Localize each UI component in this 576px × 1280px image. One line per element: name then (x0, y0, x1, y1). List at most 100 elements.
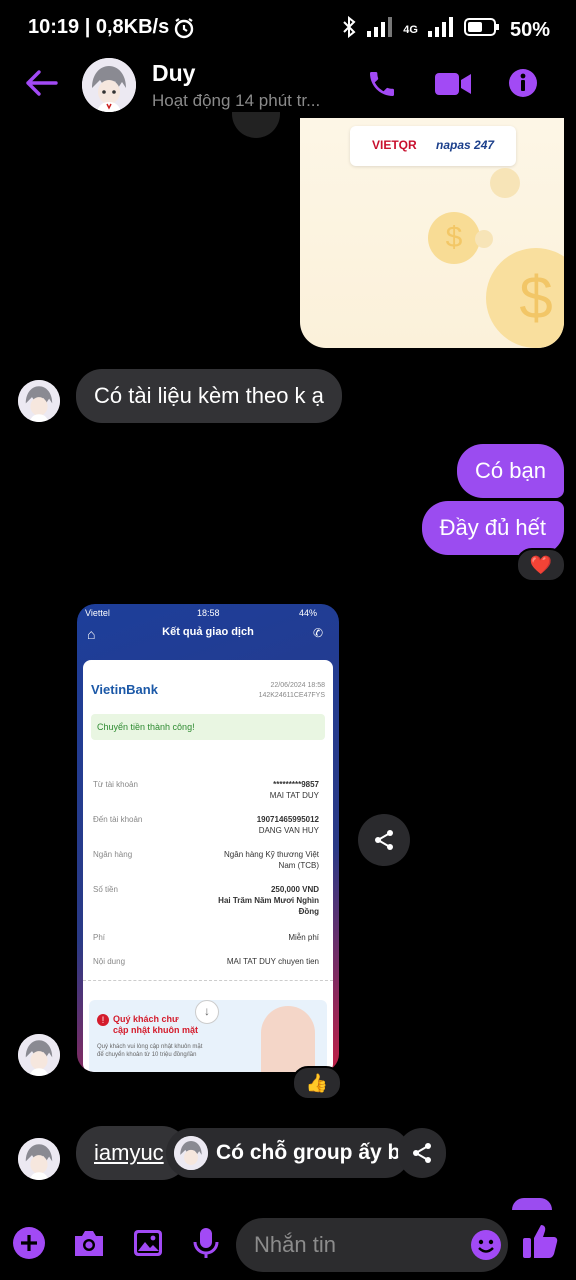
receipt-statusbar: Viettel 18:58 44% (77, 604, 339, 622)
receipt-image[interactable]: Viettel 18:58 44% ⌂ Kết quả giao dịch ✆ … (77, 604, 339, 1072)
receipt-ref: 142K24611CE47FYS (258, 692, 325, 699)
outgoing-message-edge (512, 1198, 552, 1210)
row-value: Miễn phí (288, 933, 319, 942)
sender-avatar[interactable] (18, 1034, 60, 1076)
receipt-time: 18:58 (197, 608, 220, 618)
plus-icon (13, 1227, 45, 1259)
arrow-down-icon: ↓ (195, 1000, 219, 1024)
camera-button[interactable] (72, 1228, 106, 1263)
status-icons: 4G 50% (341, 15, 550, 44)
receipt-row: Ngân hàng Ngân hàng Kỹ thương Việt Nam (… (89, 848, 323, 883)
signal-icon-2 (427, 17, 454, 43)
thumbs-up-reaction[interactable]: 👍 (292, 1066, 342, 1100)
row-value: 19071465995012 (256, 815, 319, 824)
warning-icon: ! (97, 1014, 109, 1026)
contact-activity: Hoạt động 14 phút tr... (152, 91, 321, 110)
share-icon (413, 1143, 431, 1163)
bank-logo: VietinBank (91, 682, 158, 697)
support-icon: ✆ (313, 626, 324, 640)
contact-avatar[interactable] (82, 58, 136, 112)
reply-preview[interactable]: Có chỗ group ấy b (166, 1128, 410, 1178)
sender-avatar[interactable] (18, 1138, 60, 1180)
info-button[interactable] (508, 68, 538, 103)
back-button[interactable] (24, 68, 58, 103)
mic-button[interactable] (192, 1226, 220, 1265)
receipt-status: Chuyển tiền thành công! (91, 714, 325, 740)
emoji-button[interactable] (470, 1229, 502, 1266)
gallery-button[interactable] (132, 1228, 164, 1263)
receipt-title: Kết quả giao dịch (162, 626, 254, 638)
row-sub: Hai Trăm Năm Mươi Nghìn (218, 896, 319, 905)
qr-image[interactable]: VIETQR napas 247 $ $ (300, 118, 564, 348)
promo-text: Quý khách vui lòng cập nhật khuôn mặt (97, 1044, 203, 1050)
message-placeholder: Nhắn tin (254, 1232, 336, 1257)
row-value: MAI TAT DUY chuyen tien (226, 957, 319, 966)
receipt-date: 22/06/2024 18:58 (270, 682, 326, 689)
row-value: *********9857 (273, 780, 319, 789)
heart-reaction[interactable]: ❤️ (516, 548, 566, 582)
coin-icon-small (490, 168, 520, 198)
contact-name[interactable]: Duy (152, 60, 195, 87)
promo-title-2: cập nhật khuôn mặt (113, 1025, 199, 1035)
row-label: Nội dung (93, 957, 126, 966)
receipt-card: VietinBank 22/06/2024 18:58 142K24611CE4… (83, 660, 333, 1072)
share-icon (375, 830, 393, 850)
promo-person (261, 1006, 315, 1072)
row-label: Số tiền (93, 885, 118, 894)
battery-percent: 50% (509, 18, 550, 41)
receipt-row: Số tiền 250,000 VND Hai Trăm Năm Mươi Ng… (89, 883, 323, 931)
incoming-message[interactable]: Có tài liệu kèm theo k ạ (76, 369, 342, 423)
share-button[interactable] (358, 814, 410, 866)
share-button-2[interactable] (398, 1128, 446, 1178)
row-sub: DANG VAN HUY (258, 826, 319, 835)
emoji-icon (471, 1230, 501, 1260)
receipt-carrier: Viettel (85, 608, 110, 618)
row-sub-2: Đồng (298, 907, 319, 916)
napas-logo: napas 247 (436, 138, 495, 152)
promo-banner: ! Quý khách chư cập nhật khuôn mặt Quý k… (89, 1000, 327, 1072)
row-value: 250,000 VND (270, 885, 319, 894)
row-label: Từ tài khoản (93, 780, 138, 789)
like-button[interactable] (522, 1222, 558, 1265)
image-icon (134, 1230, 162, 1256)
receipt-divider (83, 980, 333, 981)
vietqr-logo: VIETQR (372, 138, 417, 152)
promo-text-2: để chuyển khoản từ 10 triệu đồng/lần (97, 1052, 197, 1058)
receipt-row: Từ tài khoản *********9857 MAI TAT DUY (89, 778, 323, 813)
battery-icon (463, 17, 500, 43)
row-label: Đến tài khoản (93, 815, 143, 824)
status-bar: 10:19 | 0,8KB/s 4G 50% (0, 0, 576, 56)
plus-button[interactable] (12, 1226, 46, 1265)
receipt-row: Đến tài khoản 19071465995012 DANG VAN HU… (89, 813, 323, 848)
sender-avatar[interactable] (18, 380, 60, 422)
call-button[interactable] (366, 68, 398, 105)
row-sub: Nam (TCB) (278, 861, 319, 870)
receipt-rows: Từ tài khoản *********9857 MAI TAT DUY Đ… (89, 778, 323, 979)
promo-title: Quý khách chư (113, 1014, 179, 1024)
receipt-row: Phí Miễn phí (89, 931, 323, 955)
outgoing-message-2[interactable]: Đầy đủ hết (421, 501, 564, 555)
status-time: 10:19 | 0,8KB/s (28, 16, 170, 38)
reply-avatar (174, 1136, 208, 1170)
coin-dot (475, 230, 493, 248)
outgoing-message[interactable]: Có bạn (457, 444, 564, 498)
row-label: Ngân hàng (93, 850, 133, 859)
bluetooth-icon (341, 15, 357, 44)
qr-brand-strip: VIETQR napas 247 (350, 126, 516, 166)
receipt-battery: 44% (299, 608, 318, 618)
row-label: Phí (93, 933, 106, 942)
coin-icon: $ (428, 212, 480, 264)
video-call-button[interactable] (434, 70, 472, 103)
alarm-icon (172, 16, 196, 46)
thumbs-up-icon (523, 1225, 558, 1258)
reply-text: Có chỗ group ấy b (216, 1141, 401, 1164)
row-sub: MAI TAT DUY (269, 791, 319, 800)
mic-icon (193, 1228, 219, 1258)
network-type: 4G (403, 23, 418, 36)
camera-icon (75, 1231, 103, 1256)
coin-icon-large: $ (486, 248, 564, 348)
receipt-row: Nội dung MAI TAT DUY chuyen tien (89, 955, 323, 979)
signal-icon (367, 17, 393, 43)
scroll-indicator (232, 112, 280, 138)
message-input[interactable]: Nhắn tin (236, 1218, 508, 1272)
